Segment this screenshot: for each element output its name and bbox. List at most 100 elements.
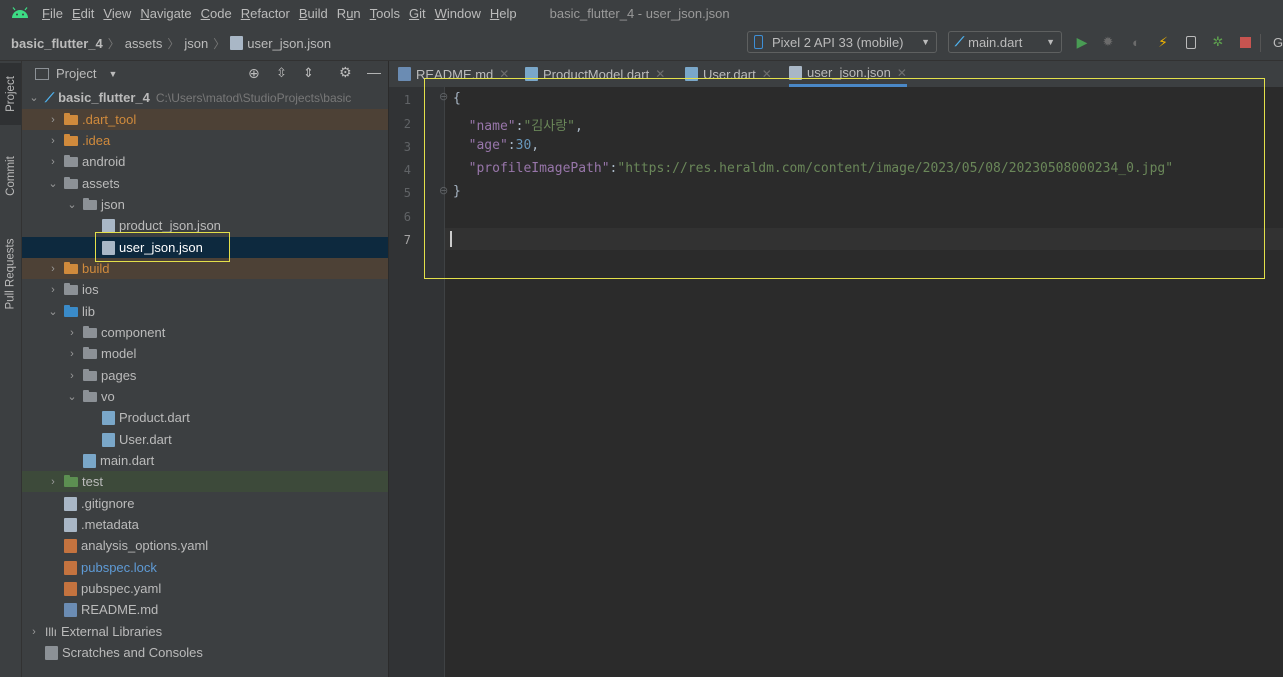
tree-item-label: main.dart bbox=[100, 453, 155, 468]
chevron-down-icon: ▼ bbox=[1046, 37, 1055, 47]
json-file-icon bbox=[230, 36, 244, 50]
minimize-panel-icon[interactable]: — bbox=[367, 64, 381, 80]
tree-item-model[interactable]: › model bbox=[22, 343, 388, 364]
run-icon[interactable]: ▶ bbox=[1074, 34, 1090, 50]
tree-item-lib[interactable]: ⌄ lib bbox=[22, 301, 388, 322]
menu-git[interactable]: Git bbox=[409, 6, 426, 21]
menu-refactor[interactable]: Refactor bbox=[241, 6, 290, 21]
chevron-down-icon: ▼ bbox=[921, 37, 930, 47]
collapse-all-icon[interactable]: ⇕ bbox=[303, 65, 314, 81]
breadcrumb-separator-icon: 〉 bbox=[167, 36, 180, 51]
hot-reload-icon[interactable]: ⚡ bbox=[1155, 34, 1171, 50]
profile-icon[interactable]: ◐ bbox=[1128, 34, 1144, 50]
dart-file-icon bbox=[83, 453, 96, 468]
menu-file[interactable]: File bbox=[42, 6, 63, 21]
menu-code[interactable]: Code bbox=[201, 6, 232, 21]
chevron-right-icon[interactable]: › bbox=[28, 626, 40, 638]
chevron-right-icon[interactable]: › bbox=[66, 348, 78, 360]
tree-item-metadata[interactable]: .metadata bbox=[22, 514, 388, 535]
chevron-down-icon[interactable]: ⌄ bbox=[66, 198, 78, 211]
folder-icon bbox=[64, 176, 78, 189]
chevron-down-icon[interactable]: ⌄ bbox=[28, 91, 40, 104]
menu-edit[interactable]: Edit bbox=[72, 6, 94, 21]
menu-tools[interactable]: Tools bbox=[370, 6, 400, 21]
folder-icon bbox=[83, 346, 97, 359]
chevron-down-icon[interactable]: ⌄ bbox=[47, 305, 59, 318]
chevron-right-icon[interactable]: › bbox=[47, 476, 59, 488]
hot-restart-icon[interactable] bbox=[1183, 34, 1199, 50]
tree-item-ios[interactable]: › ios bbox=[22, 279, 388, 300]
tree-item-label: json bbox=[101, 197, 125, 212]
menu-navigate[interactable]: Navigate bbox=[140, 6, 191, 21]
pull-requests-tool-tab[interactable]: Pull Requests bbox=[0, 224, 21, 324]
tree-item-readme-md[interactable]: README.md bbox=[22, 599, 388, 620]
chevron-right-icon[interactable]: › bbox=[47, 114, 59, 126]
debug-icon[interactable]: ✹ bbox=[1100, 34, 1116, 50]
tree-item-android[interactable]: › android bbox=[22, 151, 388, 172]
tree-item-label: product_json.json bbox=[119, 218, 221, 233]
menu-bar: File Edit View Navigate Code Refactor Build Run… bbox=[0, 0, 1283, 26]
chevron-right-icon[interactable]: › bbox=[66, 370, 78, 382]
tree-item-gitignore[interactable]: .gitignore bbox=[22, 493, 388, 514]
chevron-down-icon[interactable]: ⌄ bbox=[66, 390, 78, 403]
tree-item-basic-flutter-4[interactable]: ⌄ ⟋ basic_flutter_4 C:\Users\matod\StudioPr… bbox=[22, 87, 388, 108]
tree-item-main-dart[interactable]: main.dart bbox=[22, 450, 388, 471]
tree-item-external-libraries[interactable]: › Illı External Libraries bbox=[22, 621, 388, 642]
toolbar-overflow-label[interactable]: G bbox=[1273, 35, 1283, 50]
tree-item-label: User.dart bbox=[119, 432, 172, 447]
tree-item-assets[interactable]: ⌄ assets bbox=[22, 173, 388, 194]
highlight-box bbox=[95, 232, 230, 262]
md-file-icon bbox=[64, 602, 77, 617]
tree-item-json[interactable]: ⌄ json bbox=[22, 194, 388, 215]
commit-tool-tab[interactable]: Commit bbox=[0, 141, 21, 211]
menu-run[interactable]: Run bbox=[337, 6, 361, 21]
tree-item-label: analysis_options.yaml bbox=[81, 538, 209, 553]
chevron-right-icon[interactable]: › bbox=[66, 327, 78, 339]
chevron-right-icon[interactable]: › bbox=[47, 135, 59, 147]
tree-item-pubspec-lock[interactable]: pubspec.lock bbox=[22, 557, 388, 578]
expand-all-icon[interactable]: ⇳ bbox=[276, 65, 287, 81]
device-selector[interactable]: Pixel 2 API 33 (mobile) ▼ bbox=[747, 31, 937, 53]
attach-debugger-icon[interactable]: ✲ bbox=[1210, 34, 1226, 50]
project-view-selector[interactable]: Project bbox=[56, 66, 96, 81]
project-view-icon bbox=[35, 67, 49, 80]
breadcrumb-project[interactable]: basic_flutter_4 bbox=[11, 36, 103, 51]
folder-icon bbox=[64, 261, 78, 274]
tree-item-label: README.md bbox=[81, 602, 159, 617]
phone-icon bbox=[754, 35, 763, 49]
chevron-right-icon[interactable]: › bbox=[47, 284, 59, 296]
tree-item-analysis-options-yaml[interactable]: analysis_options.yaml bbox=[22, 535, 388, 556]
folder-icon bbox=[64, 133, 78, 146]
tree-item-scratches-and-consoles[interactable]: Scratches and Consoles bbox=[22, 642, 388, 663]
scratch-icon bbox=[45, 645, 58, 660]
chevron-down-icon[interactable]: ▼ bbox=[108, 69, 117, 79]
tree-item-user-dart[interactable]: User.dart bbox=[22, 429, 388, 450]
chevron-right-icon[interactable]: › bbox=[47, 156, 59, 168]
breadcrumb-json[interactable]: json bbox=[184, 36, 208, 51]
menu-help[interactable]: Help bbox=[490, 6, 517, 21]
run-config-selector[interactable]: ⟋ main.dart ▼ bbox=[948, 31, 1062, 53]
tree-item-pubspec-yaml[interactable]: pubspec.yaml bbox=[22, 578, 388, 599]
tree-item-product-dart[interactable]: Product.dart bbox=[22, 407, 388, 428]
library-icon: Illı bbox=[45, 624, 57, 639]
line-number: 4 bbox=[403, 163, 411, 177]
tree-item-test[interactable]: › test bbox=[22, 471, 388, 492]
gear-icon[interactable]: ⚙ bbox=[339, 64, 352, 81]
menu-window[interactable]: Window bbox=[435, 6, 481, 21]
stop-icon[interactable] bbox=[1237, 34, 1253, 50]
chevron-right-icon[interactable]: › bbox=[47, 263, 59, 275]
folder-icon bbox=[83, 197, 97, 210]
menu-view[interactable]: View bbox=[103, 6, 131, 21]
chevron-down-icon[interactable]: ⌄ bbox=[47, 177, 59, 190]
tree-item-pages[interactable]: › pages bbox=[22, 365, 388, 386]
menu-build[interactable]: Build bbox=[299, 6, 328, 21]
project-tool-tab[interactable]: Project bbox=[0, 63, 21, 125]
tree-item-dart-tool[interactable]: › .dart_tool bbox=[22, 109, 388, 130]
locate-file-icon[interactable]: ⊕ bbox=[248, 65, 260, 82]
tree-item-vo[interactable]: ⌄ vo bbox=[22, 386, 388, 407]
folder-icon bbox=[83, 325, 97, 338]
tree-item-idea[interactable]: › .idea bbox=[22, 130, 388, 151]
tree-item-component[interactable]: › component bbox=[22, 322, 388, 343]
breadcrumb-file[interactable]: user_json.json bbox=[230, 36, 331, 51]
breadcrumb-assets[interactable]: assets bbox=[125, 36, 163, 51]
